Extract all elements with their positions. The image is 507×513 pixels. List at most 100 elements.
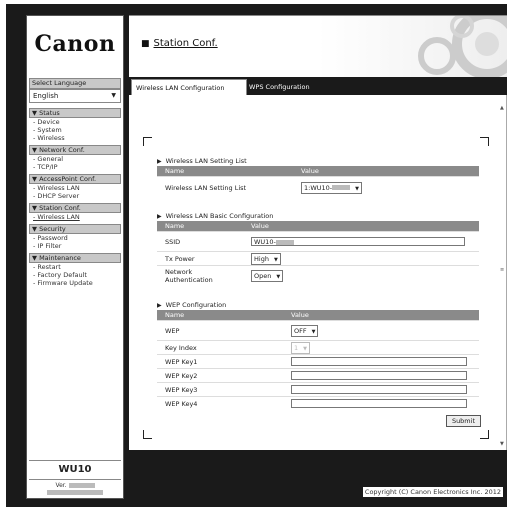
menu-group-network: ▼ Network Conf. - General - TCP/IP: [29, 145, 121, 171]
redacted-block: [275, 239, 294, 245]
wep-key2-input[interactable]: [291, 371, 467, 380]
vertical-scrollbar[interactable]: ▲ ≡ ▼: [500, 97, 506, 447]
chevron-down-icon: ▼: [276, 273, 281, 280]
col-header-name: Name: [157, 166, 293, 177]
setting-list-label: Wireless LAN Setting List: [157, 176, 293, 199]
sidebar-item-ip-filter[interactable]: - IP Filter: [29, 242, 121, 250]
section-title: ▶ Wireless LAN Setting List: [157, 157, 247, 165]
wep-config-table: Name Value WEP OFF ▼ Key Index 1 ▼ WEP Key1: [157, 310, 479, 410]
ssid-label: SSID: [157, 231, 243, 252]
auth-label: Network Authentication: [157, 265, 243, 286]
chevron-down-icon: ▼: [355, 185, 359, 192]
sidebar-item-password[interactable]: - Password: [29, 234, 121, 242]
page-footer: Copyright (C) Canon Electronics Inc. 201…: [129, 450, 507, 497]
sidebar-menu: ▼ Status - Device - System - Wireless ▼ …: [29, 108, 121, 287]
section-title: ▶ Wireless LAN Basic Configuration: [157, 212, 274, 220]
model-name: WU10: [29, 460, 121, 480]
menu-group-security: ▼ Security - Password - IP Filter: [29, 224, 121, 250]
menu-group-station: ▼ Station Conf. - Wireless LAN: [29, 203, 121, 221]
frame-corner: [143, 137, 152, 146]
config-form: ▶ Wireless LAN Setting List Name Value Wir…: [143, 137, 489, 439]
redacted-block: [332, 185, 351, 191]
menu-group-status: ▼ Status - Device - System - Wireless: [29, 108, 121, 142]
sidebar-item-general[interactable]: - General: [29, 155, 121, 163]
col-header-value: Value: [243, 221, 479, 232]
section-title: ▶ WEP Configuration: [157, 301, 227, 309]
menu-group-accesspoint: ▼ AccessPoint Conf. - Wireless LAN - DHC…: [29, 174, 121, 200]
scroll-up-icon[interactable]: ▲: [500, 105, 504, 111]
setting-list-table: Name Value Wireless LAN Setting List 1:WU…: [157, 166, 479, 199]
col-header-value: Value: [283, 310, 479, 321]
wep-key3-label: WEP Key3: [157, 382, 283, 397]
page-title: ■ Station Conf.: [141, 38, 218, 49]
key-index-label: Key Index: [157, 340, 283, 355]
tab-wps-configuration[interactable]: WPS Configuration: [245, 79, 314, 95]
arrow-right-icon: ▶: [157, 158, 162, 165]
language-label: Select Language: [29, 78, 121, 89]
menu-group-title[interactable]: ▼ Station Conf.: [29, 203, 121, 213]
sidebar: Canon Select Language English ▼ ▼ Status…: [26, 15, 124, 499]
sidebar-item-system[interactable]: - System: [29, 126, 121, 134]
sidebar-item-device[interactable]: - Device: [29, 118, 121, 126]
wep-select[interactable]: OFF ▼: [291, 324, 319, 337]
auth-select[interactable]: Open ▼: [251, 269, 284, 282]
menu-group-title[interactable]: ▼ Status: [29, 108, 121, 118]
basic-config-table: Name Value SSID WU10- Tx Power High ▼ Netw…: [157, 221, 479, 286]
grid-icon: ■: [141, 39, 150, 49]
submit-button[interactable]: Submit: [445, 415, 481, 427]
redacted-block: [68, 483, 95, 488]
txpower-label: Tx Power: [157, 251, 243, 266]
canon-logo: Canon: [34, 31, 116, 57]
menu-group-title[interactable]: ▼ Security: [29, 224, 121, 234]
chevron-down-icon: ▼: [111, 92, 116, 99]
wep-key1-input[interactable]: [291, 357, 467, 366]
wep-label: WEP: [157, 320, 283, 341]
arrow-right-icon: ▶: [157, 213, 162, 220]
version-label: Ver.: [55, 482, 67, 489]
language-value: English: [33, 92, 59, 100]
setting-list-select[interactable]: 1:WU10- ▼: [301, 181, 362, 194]
sidebar-item-wireless[interactable]: - Wireless: [29, 134, 121, 142]
col-header-name: Name: [157, 310, 283, 321]
chevron-down-icon: ▼: [273, 256, 278, 263]
sidebar-item-dhcp-server[interactable]: - DHCP Server: [29, 192, 121, 200]
menu-group-title[interactable]: ▼ Maintenance: [29, 253, 121, 263]
wep-key3-input[interactable]: [291, 385, 467, 394]
scroll-down-icon[interactable]: ▼: [500, 441, 504, 447]
arrow-right-icon: ▶: [157, 302, 162, 309]
version-info: Ver.: [29, 482, 121, 496]
wep-config-section: ▶ WEP Configuration Name Value WEP OFF ▼ Ke…: [157, 301, 479, 410]
menu-group-maintenance: ▼ Maintenance - Restart - Factory Defaul…: [29, 253, 121, 287]
menu-group-title[interactable]: ▼ Network Conf.: [29, 145, 121, 155]
chevron-down-icon: ▼: [311, 328, 316, 335]
menu-group-title[interactable]: ▼ AccessPoint Conf.: [29, 174, 121, 184]
setting-list-section: ▶ Wireless LAN Setting List Name Value Wir…: [157, 157, 479, 199]
wep-key1-label: WEP Key1: [157, 354, 283, 369]
chevron-down-icon: ▼: [303, 345, 307, 352]
ssid-input[interactable]: WU10-: [251, 237, 465, 246]
wep-key4-input[interactable]: [291, 399, 467, 408]
frame-corner: [480, 137, 489, 146]
key-index-select[interactable]: 1 ▼: [291, 341, 310, 354]
sidebar-item-factory-default[interactable]: - Factory Default: [29, 271, 121, 279]
sidebar-item-restart[interactable]: - Restart: [29, 263, 121, 271]
page-header: ■ Station Conf.: [129, 15, 507, 78]
sidebar-item-station-wireless-lan[interactable]: - Wireless LAN: [29, 213, 121, 221]
txpower-select[interactable]: High ▼: [251, 252, 281, 265]
sidebar-item-ap-wireless-lan[interactable]: - Wireless LAN: [29, 184, 121, 192]
scroll-thumb-icon[interactable]: ≡: [500, 267, 504, 273]
language-select[interactable]: English ▼: [29, 89, 121, 103]
basic-config-section: ▶ Wireless LAN Basic Configuration Name Va…: [157, 212, 479, 286]
gear-decoration-icon: [418, 16, 507, 78]
frame-corner: [143, 430, 152, 439]
redacted-block: [47, 490, 103, 495]
col-header-value: Value: [293, 166, 479, 177]
sidebar-item-tcpip[interactable]: - TCP/IP: [29, 163, 121, 171]
tab-wireless-lan-configuration[interactable]: Wireless LAN Configuration: [131, 79, 247, 96]
wep-key2-label: WEP Key2: [157, 368, 283, 383]
sidebar-item-firmware-update[interactable]: - Firmware Update: [29, 279, 121, 287]
main-panel: ■ Station Conf. Wireless LAN Configuratio…: [129, 15, 507, 497]
copyright-text: Copyright (C) Canon Electronics Inc. 201…: [362, 487, 503, 497]
tab-bar: Wireless LAN Configuration WPS Configura…: [129, 77, 507, 96]
wep-key4-label: WEP Key4: [157, 396, 283, 410]
